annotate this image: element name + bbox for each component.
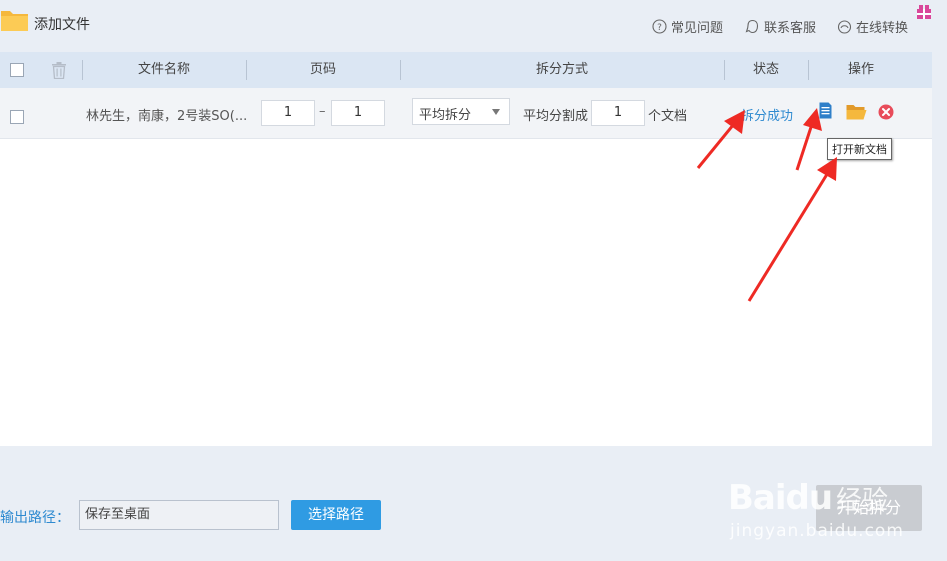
status-text[interactable]: 拆分成功 <box>741 105 793 124</box>
open-doc-tooltip: 打开新文档 <box>827 138 892 160</box>
online-convert-link[interactable]: 在线转换 <box>837 17 908 36</box>
split-label: 平均分割成 <box>523 109 589 124</box>
header-filename: 文件名称 <box>137 62 190 77</box>
svg-text:?: ? <box>657 23 662 33</box>
output-path-label: 输出路径： <box>0 510 70 526</box>
table-row: 林先生，南康，2号装SO(... 1 – 1 平均拆分 平均分割成 1 个文档 … <box>0 88 932 139</box>
gift-icon[interactable] <box>916 4 932 20</box>
watermark-logo: Baidu <box>728 478 833 518</box>
choose-path-button[interactable]: 选择路径 <box>291 500 381 530</box>
contact-link[interactable]: 联系客服 <box>745 17 816 36</box>
header-split-method: 拆分方式 <box>535 62 588 77</box>
help-icon: ? <box>652 19 667 34</box>
file-list: 林先生，南康，2号装SO(... 1 – 1 平均拆分 平均分割成 1 个文档 … <box>0 88 932 446</box>
faq-label: 常见问题 <box>671 21 724 36</box>
add-file-button[interactable]: 添加文件 <box>34 14 90 34</box>
online-icon <box>837 20 852 34</box>
page-to-input[interactable]: 1 <box>331 100 385 126</box>
row-checkbox[interactable] <box>10 110 24 124</box>
open-folder-icon[interactable] <box>846 104 867 120</box>
chevron-down-icon <box>492 109 500 115</box>
trash-icon[interactable] <box>51 62 67 79</box>
split-count-input[interactable]: 1 <box>591 100 645 126</box>
watermark-url: jingyan.baidu.com <box>730 521 904 541</box>
delete-icon[interactable] <box>878 104 894 120</box>
document-icon[interactable] <box>819 102 832 119</box>
online-convert-label: 在线转换 <box>856 21 909 36</box>
header-status: 状态 <box>752 62 779 77</box>
output-path-input[interactable]: 保存至桌面 <box>79 500 279 530</box>
select-all-checkbox[interactable] <box>10 63 24 77</box>
split-mode-value: 平均拆分 <box>419 108 472 123</box>
header-action: 操作 <box>847 62 874 77</box>
contact-label: 联系客服 <box>764 21 817 36</box>
page-from-input[interactable]: 1 <box>261 100 315 126</box>
folder-icon[interactable] <box>0 8 29 32</box>
split-mode-select[interactable]: 平均拆分 <box>412 98 510 125</box>
file-name: 林先生，南康，2号装SO(... <box>86 109 248 124</box>
faq-link[interactable]: ? 常见问题 <box>652 17 723 36</box>
table-header: 文件名称 页码 拆分方式 状态 操作 <box>0 52 932 88</box>
split-unit: 个文档 <box>648 109 688 124</box>
header-page: 页码 <box>309 62 336 77</box>
page-range-dash: – <box>319 104 326 119</box>
chat-icon <box>745 19 759 34</box>
watermark-text: 经验 <box>836 486 889 516</box>
